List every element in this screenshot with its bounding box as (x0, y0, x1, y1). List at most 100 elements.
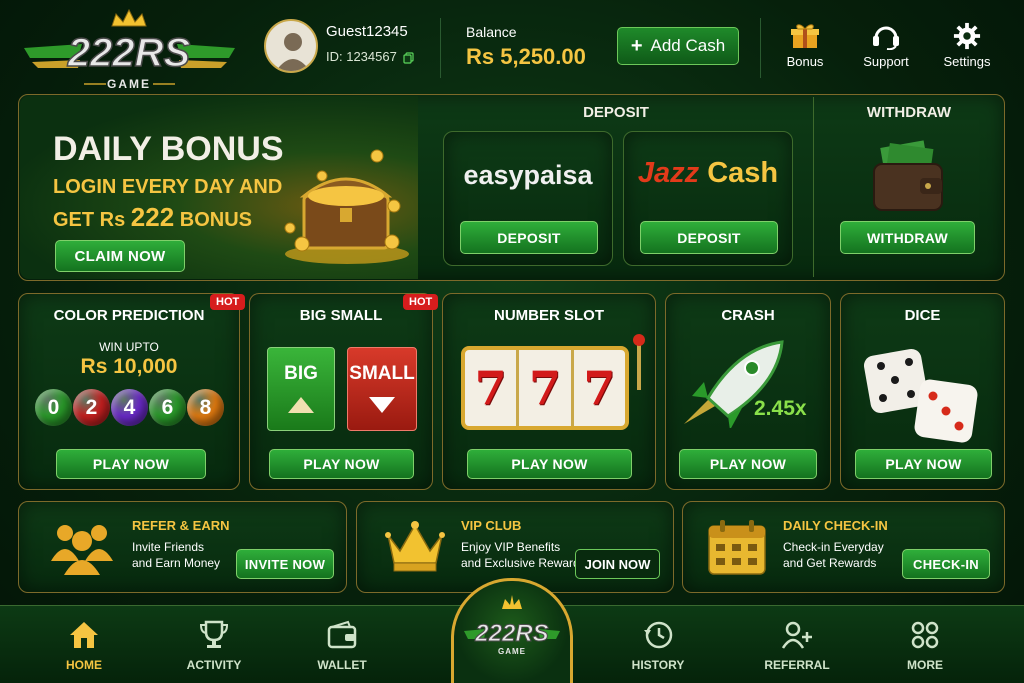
history-icon (644, 621, 673, 649)
user-avatar-icon (276, 33, 310, 71)
number-ball[interactable]: 4 (111, 389, 148, 426)
play-number-slot-button[interactable]: PLAY NOW (467, 449, 632, 479)
nav-activity[interactable]: ACTIVITY (169, 620, 259, 672)
treasure-chest-icon (284, 149, 409, 264)
slot-reel: 7 (583, 361, 616, 415)
nav-center-logo-button[interactable]: 222RS GAME (451, 578, 573, 683)
user-id-row: ID: 1234567 (326, 49, 415, 64)
logo-text: 222RS (67, 31, 191, 75)
banner-line-1: LOGIN EVERY DAY AND (53, 176, 283, 198)
center-logo: 222RS GAME (464, 595, 560, 656)
withdraw-button[interactable]: WITHDRAW (840, 221, 975, 254)
add-cash-button[interactable]: + Add Cash (617, 27, 739, 65)
divider (760, 18, 761, 78)
deposit-title: DEPOSIT (583, 104, 649, 121)
refer-earn-card[interactable]: REFER & EARN Invite Friends and Earn Mon… (18, 501, 347, 593)
user-id: ID: 1234567 (326, 49, 397, 64)
user-avatar[interactable] (264, 19, 318, 73)
checkin-title: DAILY CHECK-IN (783, 518, 888, 533)
checkin-line-1: Check-in Everyday (783, 540, 884, 554)
number-ball[interactable]: 0 (35, 389, 72, 426)
nav-home-label: HOME (66, 658, 102, 672)
easypaisa-logo: easypaisa (463, 160, 593, 190)
number-ball[interactable]: 2 (73, 389, 110, 426)
dice-card[interactable]: DICE PLAY NOW (840, 293, 1005, 490)
wallet-icon (873, 140, 943, 211)
color-prediction-title: COLOR PREDICTION (53, 307, 205, 324)
crash-title: CRASH (721, 307, 775, 324)
settings-button[interactable]: Settings (932, 22, 1002, 69)
gift-icon (791, 24, 819, 48)
jazzcash-logo-cash: Cash (707, 157, 779, 189)
nav-more[interactable]: MORE (880, 620, 970, 672)
hot-badge: HOT (210, 294, 246, 310)
nav-activity-label: ACTIVITY (186, 658, 242, 672)
big-small-card[interactable]: BIG SMALL BIG SMALL PLAY NOW (249, 293, 433, 490)
refer-line-2: and Earn Money (132, 556, 221, 570)
deposit-easypaisa-button[interactable]: DEPOSIT (460, 221, 598, 254)
ball-number: 0 (47, 395, 60, 419)
slot-lever-icon (633, 334, 645, 390)
jazzcash-logo-jazz: Jazz (637, 157, 700, 189)
play-dice-button[interactable]: PLAY NOW (855, 449, 992, 479)
banner-bonus-amount: 222 (130, 202, 175, 232)
nav-referral[interactable]: REFERRAL (752, 620, 842, 672)
copy-icon[interactable] (403, 51, 415, 64)
bonus-button[interactable]: Bonus (770, 22, 840, 69)
big-option[interactable]: BIG (267, 347, 335, 431)
daily-checkin-card[interactable]: DAILY CHECK-IN Check-in Everyday and Get… (682, 501, 1005, 593)
center-logo-subtext: GAME (498, 647, 526, 656)
deposit-jazzcash-button[interactable]: DEPOSIT (640, 221, 778, 254)
invite-now-button[interactable]: INVITE NOW (236, 549, 334, 579)
number-ball[interactable]: 6 (149, 389, 186, 426)
arrow-down-icon (369, 397, 395, 413)
claim-now-button[interactable]: CLAIM NOW (55, 240, 185, 272)
vip-line-2: and Exclusive Rewards (461, 556, 586, 570)
small-label: SMALL (349, 363, 415, 384)
nav-wallet-label: WALLET (317, 658, 367, 672)
divider (440, 18, 441, 78)
ball-number: 2 (85, 395, 98, 419)
number-slot-card[interactable]: NUMBER SLOT 7 7 7 PLAY NOW (442, 293, 656, 490)
ball-number: 6 (161, 395, 174, 419)
logo-subtext: GAME (107, 77, 151, 91)
small-option[interactable]: SMALL (347, 347, 417, 431)
ball-number: 4 (123, 395, 136, 419)
join-now-button[interactable]: JOIN NOW (575, 549, 660, 579)
play-color-prediction-button[interactable]: PLAY NOW (56, 449, 206, 479)
number-slot-title: NUMBER SLOT (494, 307, 604, 324)
balance-value: Rs 5,250.00 (466, 44, 586, 69)
banner-line-2: GET Rs 222 BONUS (53, 202, 252, 233)
withdraw-title: WITHDRAW (866, 104, 952, 121)
hot-badge: HOT (403, 294, 439, 310)
number-ball[interactable]: 8 (187, 389, 224, 426)
refer-title: REFER & EARN (132, 518, 230, 533)
crash-card[interactable]: CRASH 2.45x PLAY NOW (665, 293, 831, 490)
number-balls: 0 2 4 6 8 (35, 389, 224, 426)
crash-multiplier: 2.45x (754, 397, 807, 420)
balance-label: Balance (466, 24, 517, 40)
nav-home[interactable]: HOME (39, 620, 129, 672)
support-button[interactable]: Support (851, 22, 921, 69)
play-big-small-button[interactable]: PLAY NOW (269, 449, 414, 479)
brand-logo[interactable]: 222RS GAME (22, 8, 237, 92)
color-prediction-card[interactable]: COLOR PREDICTION WIN UPTO Rs 10,000 0 2 … (18, 293, 240, 490)
check-in-button[interactable]: CHECK-IN (902, 549, 990, 579)
banner-title: DAILY BONUS (53, 130, 284, 168)
nav-history[interactable]: HISTORY (613, 620, 703, 672)
nav-history-label: HISTORY (631, 658, 685, 672)
arrow-up-icon (288, 397, 314, 413)
slot-reel: 7 (519, 350, 574, 426)
big-label: BIG (284, 363, 318, 384)
nav-referral-label: REFERRAL (764, 658, 830, 672)
nav-wallet[interactable]: WALLET (297, 620, 387, 672)
easypaisa-card[interactable]: easypaisa DEPOSIT (443, 131, 613, 266)
bottom-nav: HOME ACTIVITY WALLET 222RS GAME HISTORY … (0, 578, 1024, 683)
color-win-label: WIN UPTO (99, 340, 159, 354)
wallet-icon (327, 620, 357, 649)
plus-icon: + (630, 34, 643, 57)
daily-bonus-banner[interactable]: DAILY BONUS LOGIN EVERY DAY AND GET Rs 2… (20, 96, 418, 279)
jazzcash-logo: Jazz Cash (624, 157, 792, 190)
jazzcash-card[interactable]: Jazz Cash DEPOSIT (623, 131, 793, 266)
play-crash-button[interactable]: PLAY NOW (679, 449, 817, 479)
